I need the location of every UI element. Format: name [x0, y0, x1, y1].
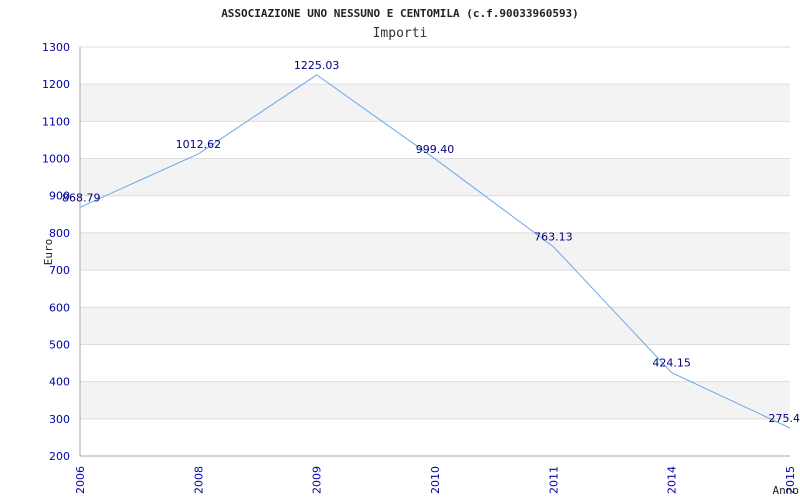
- grid-band: [80, 381, 790, 419]
- data-label: 275.4: [769, 412, 800, 425]
- x-tick-label: 2011: [547, 466, 560, 494]
- data-label: 868.79: [62, 191, 101, 204]
- y-tick-label: 1300: [42, 41, 70, 54]
- y-tick-label: 600: [49, 301, 70, 314]
- data-label: 424.15: [652, 357, 691, 370]
- y-tick-label: 800: [49, 227, 70, 240]
- data-label: 763.13: [534, 231, 573, 244]
- x-tick-label: 2009: [311, 466, 324, 494]
- line-chart: ASSOCIAZIONE UNO NESSUNO E CENTOMILA (c.…: [42, 7, 800, 497]
- y-tick-label: 1200: [42, 78, 70, 91]
- grid-band: [80, 158, 790, 196]
- y-tick-label: 400: [49, 376, 70, 389]
- data-label: 1225.03: [294, 59, 340, 72]
- chart-title: ASSOCIAZIONE UNO NESSUNO E CENTOMILA (c.…: [221, 7, 579, 20]
- data-label: 1012.62: [176, 138, 222, 151]
- x-tick-label: 2014: [666, 466, 679, 494]
- x-tick-label: 2006: [74, 466, 87, 494]
- chart-subtitle: Importi: [373, 26, 428, 41]
- y-tick-label: 1100: [42, 115, 70, 128]
- grid-band: [80, 232, 790, 271]
- y-tick-label: 500: [49, 338, 70, 351]
- x-tick-labels: 2006 2008 2009 2010 2011 2014 2015: [74, 466, 797, 494]
- grid-band: [80, 84, 790, 122]
- x-tick-label: 2010: [429, 466, 442, 494]
- y-tick-label: 1000: [42, 153, 70, 166]
- y-tick-label: 300: [49, 413, 70, 426]
- y-tick-label: 200: [49, 450, 70, 463]
- x-tick-label: 2008: [192, 466, 205, 494]
- x-axis-label: Anno: [773, 484, 800, 497]
- data-label: 999.40: [416, 143, 455, 156]
- y-axis-label: Euro: [42, 239, 55, 266]
- grid-band: [80, 307, 790, 345]
